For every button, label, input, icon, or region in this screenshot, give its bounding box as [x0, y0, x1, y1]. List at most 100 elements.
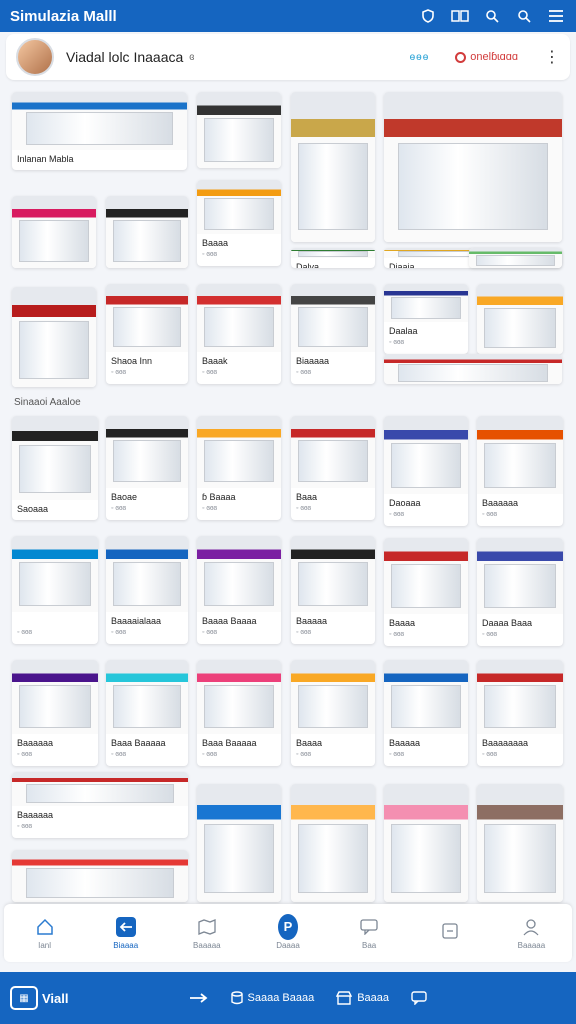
store-card-meta: ◦ ɞɞɞ — [111, 369, 127, 376]
store-photo — [477, 784, 563, 902]
nav-item[interactable]: P Daaaa — [247, 904, 328, 962]
store-card[interactable]: ◦ ɞɞɞ — [12, 536, 98, 644]
footer-item-2[interactable]: Baaaa — [336, 991, 389, 1005]
store-photo — [197, 180, 281, 234]
store-card[interactable]: Saoaaa — [12, 416, 98, 520]
store-card[interactable] — [384, 784, 468, 902]
brand-label: onelɓɩɑɑɑ — [470, 51, 518, 63]
brand-badge[interactable]: onelɓɩɑɑɑ — [455, 51, 518, 63]
store-card[interactable]: Baaa Baaaaa ◦ ɞɞɞ — [197, 660, 281, 766]
store-card[interactable]: Baaak ◦ ɞɞɞ — [197, 284, 281, 384]
store-card-label: Baaaa — [202, 238, 229, 248]
store-card[interactable]: Baaa ◦ ɞɞɞ — [291, 416, 375, 520]
nav-item-label: Baaaaa — [193, 940, 221, 950]
home-icon — [35, 917, 55, 937]
store-card[interactable]: Shaoa Inn ◦ ɞɞɞ — [106, 284, 188, 384]
chat-icon — [359, 917, 379, 937]
store-card[interactable]: Baaaa Baaaa ◦ ɞɞɞ — [197, 536, 281, 644]
store-card[interactable]: Dalva — [291, 248, 375, 268]
store-photo — [12, 772, 188, 806]
store-card-label: Shaoa Inn — [111, 356, 153, 366]
top-bar: Simulazia Malll — [0, 0, 576, 32]
store-card[interactable]: Baaaa ◦ ɞɞɞ — [291, 660, 375, 766]
store-card[interactable]: Baaaaa ◦ ɞɞɞ — [384, 660, 468, 766]
store-photo — [197, 416, 281, 488]
nav-item[interactable] — [410, 904, 491, 962]
store-card[interactable] — [106, 196, 188, 268]
store-photo — [477, 538, 563, 614]
store-card-meta: ◦ ɞɞɞ — [202, 505, 218, 512]
search-icon[interactable] — [482, 6, 502, 26]
store-card[interactable] — [469, 248, 562, 268]
chat-icon — [411, 991, 427, 1005]
nav-item[interactable]: Ianl — [4, 904, 85, 962]
footer-logo[interactable]: ▦ Viall — [10, 986, 69, 1010]
store-card[interactable]: Baaaaa ◦ ɞɞɞ — [291, 536, 375, 644]
store-card[interactable] — [384, 354, 562, 384]
store-card-meta: ◦ ɞɞɞ — [111, 629, 127, 636]
footer-item-3[interactable] — [411, 991, 427, 1005]
store-card-meta: ◦ ɞɞɞ — [389, 751, 405, 758]
footer-item-1[interactable]: Saaaa Baaaa — [230, 991, 314, 1005]
store-card-label: Baaaaaa — [17, 810, 54, 820]
store-card[interactable]: Baaa Baaaaa ◦ ɞɞɞ — [106, 660, 188, 766]
shield-icon[interactable] — [418, 6, 438, 26]
footer-arrow[interactable] — [189, 993, 209, 1003]
gallery-icon[interactable] — [450, 6, 470, 26]
store-card-label: Baaaaaa — [17, 738, 54, 748]
database-icon — [230, 991, 243, 1005]
store-card[interactable] — [12, 287, 96, 387]
profile-name-extra: ɞ — [189, 51, 195, 63]
store-card[interactable]: Baaaaaa ◦ ɞɞɞ — [12, 660, 98, 766]
menu-icon[interactable] — [546, 6, 566, 26]
store-card[interactable] — [384, 92, 562, 242]
nav-item[interactable]: Baaaaa — [166, 904, 247, 962]
store-card[interactable] — [291, 784, 375, 902]
store-photo — [384, 284, 468, 322]
store-card-meta: ◦ ɞɞɞ — [296, 369, 312, 376]
store-card[interactable]: Baaaaialaaa ◦ ɞɞɞ — [106, 536, 188, 644]
store-card[interactable]: Baaaa ◦ ɞɞɞ — [384, 538, 468, 646]
profile-status[interactable]: ɵɵɵ — [410, 52, 430, 63]
store-photo — [384, 416, 468, 494]
nav-item[interactable]: Baaaaa — [491, 904, 572, 962]
store-photo — [12, 416, 98, 500]
store-card[interactable] — [291, 92, 375, 242]
store-photo — [106, 416, 188, 488]
store-card[interactable] — [12, 850, 188, 902]
store-photo — [197, 92, 281, 168]
store-card-meta: ◦ ɞɞɞ — [482, 751, 498, 758]
profile-name: Viadal lolc Inaaaca — [66, 49, 184, 65]
store-photo — [106, 536, 188, 612]
store-card[interactable]: Daalaa ◦ ɞɞɞ — [384, 284, 468, 354]
store-photo — [291, 92, 375, 242]
store-card[interactable]: Baaaaaaaa ◦ ɞɞɞ — [477, 660, 563, 766]
store-card[interactable]: Inlanan Mabla — [12, 92, 187, 170]
store-card[interactable]: Daoaaa ◦ ɞɞɞ — [384, 416, 468, 526]
store-icon — [336, 991, 353, 1005]
store-card[interactable]: Baaaaaa ◦ ɞɞɞ — [12, 772, 188, 838]
nav-item[interactable]: Baa — [329, 904, 410, 962]
store-card[interactable]: Daaaa Baaa ◦ ɞɞɞ — [477, 538, 563, 646]
store-card[interactable]: Baoae ◦ ɞɞɞ — [106, 416, 188, 520]
store-card[interactable] — [197, 784, 281, 902]
search-icon[interactable] — [514, 6, 534, 26]
store-photo — [12, 92, 187, 150]
store-card[interactable]: Baaaa ◦ ɞɞɞ — [197, 180, 281, 266]
store-card[interactable]: ɓ Baaaa ◦ ɞɞɞ — [197, 416, 281, 520]
store-card[interactable]: Baaaaaa ◦ ɞɞɞ — [477, 416, 563, 526]
store-card-label: Baaaaaaaa — [482, 738, 529, 748]
store-card[interactable] — [12, 196, 96, 268]
avatar[interactable] — [16, 38, 54, 76]
app-root: Simulazia Malll Viadal lolc Inaaaca ɞ ɵɵ… — [0, 0, 576, 1024]
store-card[interactable] — [477, 784, 563, 902]
nav-item-label: Baaaaa — [517, 940, 546, 950]
store-card[interactable] — [477, 284, 563, 354]
swipe-arrow-icon — [189, 993, 207, 1003]
store-card[interactable]: Biaaaaa ◦ ɞɞɞ — [291, 284, 375, 384]
store-card-label: Baaaaaa — [482, 498, 519, 508]
store-card[interactable] — [197, 92, 281, 168]
more-icon[interactable]: ⋮ — [544, 47, 560, 67]
nav-item[interactable]: Biaaaa — [85, 904, 166, 962]
store-card-meta: ◦ ɞɞɞ — [202, 369, 218, 376]
